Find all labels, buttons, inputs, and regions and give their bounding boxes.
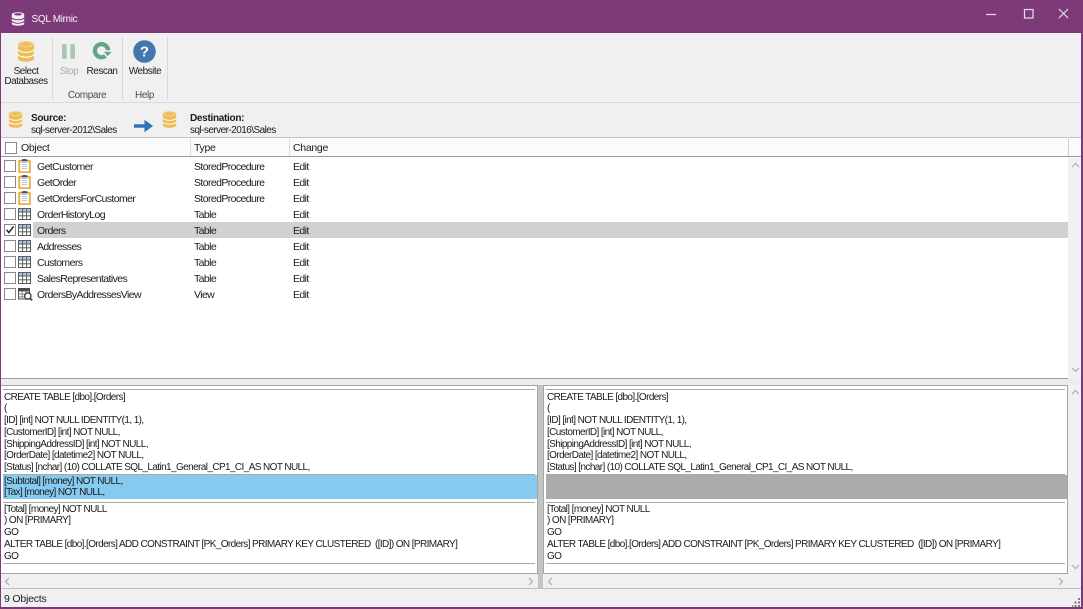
svg-text:?: ? — [140, 43, 149, 60]
